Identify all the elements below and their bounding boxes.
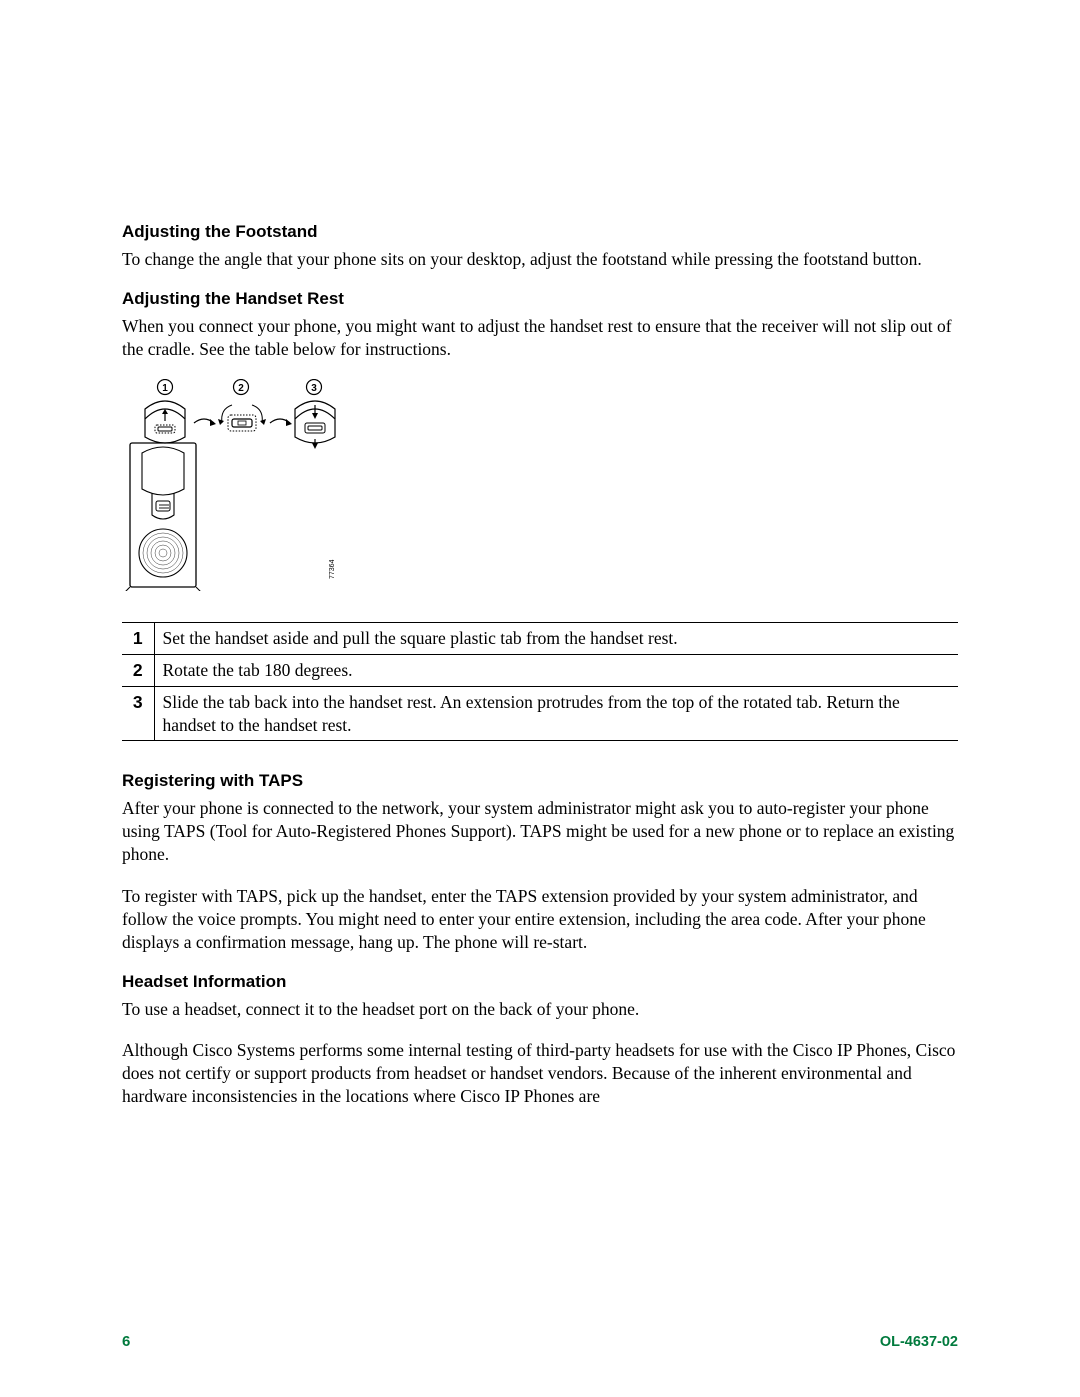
section-taps: Registering with TAPS After your phone i… bbox=[122, 771, 958, 954]
heading-headset: Headset Information bbox=[122, 972, 958, 992]
handset-diagram: 1 2 3 bbox=[122, 379, 958, 596]
heading-handset: Adjusting the Handset Rest bbox=[122, 289, 958, 309]
figure-label: 77364 bbox=[329, 560, 336, 580]
body-taps-p2: To register with TAPS, pick up the hands… bbox=[122, 885, 958, 954]
body-handset: When you connect your phone, you might w… bbox=[122, 315, 958, 361]
section-headset: Headset Information To use a headset, co… bbox=[122, 972, 958, 1108]
body-footstand: To change the angle that your phone sits… bbox=[122, 248, 958, 271]
section-footstand: Adjusting the Footstand To change the an… bbox=[122, 222, 958, 271]
step-number: 1 bbox=[122, 623, 154, 655]
svg-text:1: 1 bbox=[162, 383, 168, 394]
step-number: 2 bbox=[122, 655, 154, 687]
body-headset-p2: Although Cisco Systems performs some int… bbox=[122, 1039, 958, 1108]
steps-table: 1 Set the handset aside and pull the squ… bbox=[122, 622, 958, 741]
doc-reference: OL-4637-02 bbox=[880, 1334, 958, 1350]
body-taps-p1: After your phone is connected to the net… bbox=[122, 797, 958, 866]
table-row: 3 Slide the tab back into the handset re… bbox=[122, 686, 958, 741]
svg-text:3: 3 bbox=[311, 383, 317, 394]
page-footer: 6 OL-4637-02 bbox=[122, 1333, 958, 1350]
page-content: Adjusting the Footstand To change the an… bbox=[122, 222, 958, 1126]
table-row: 1 Set the handset aside and pull the squ… bbox=[122, 623, 958, 655]
page-number: 6 bbox=[122, 1333, 130, 1350]
step-text: Rotate the tab 180 degrees. bbox=[154, 655, 958, 687]
handset-diagram-svg: 1 2 3 bbox=[122, 379, 346, 591]
body-headset-p1: To use a headset, connect it to the head… bbox=[122, 998, 958, 1021]
section-handset: Adjusting the Handset Rest When you conn… bbox=[122, 289, 958, 741]
heading-footstand: Adjusting the Footstand bbox=[122, 222, 958, 242]
table-row: 2 Rotate the tab 180 degrees. bbox=[122, 655, 958, 687]
step-text: Set the handset aside and pull the squar… bbox=[154, 623, 958, 655]
step-number: 3 bbox=[122, 686, 154, 741]
step-text: Slide the tab back into the handset rest… bbox=[154, 686, 958, 741]
heading-taps: Registering with TAPS bbox=[122, 771, 958, 791]
svg-text:2: 2 bbox=[238, 383, 244, 394]
